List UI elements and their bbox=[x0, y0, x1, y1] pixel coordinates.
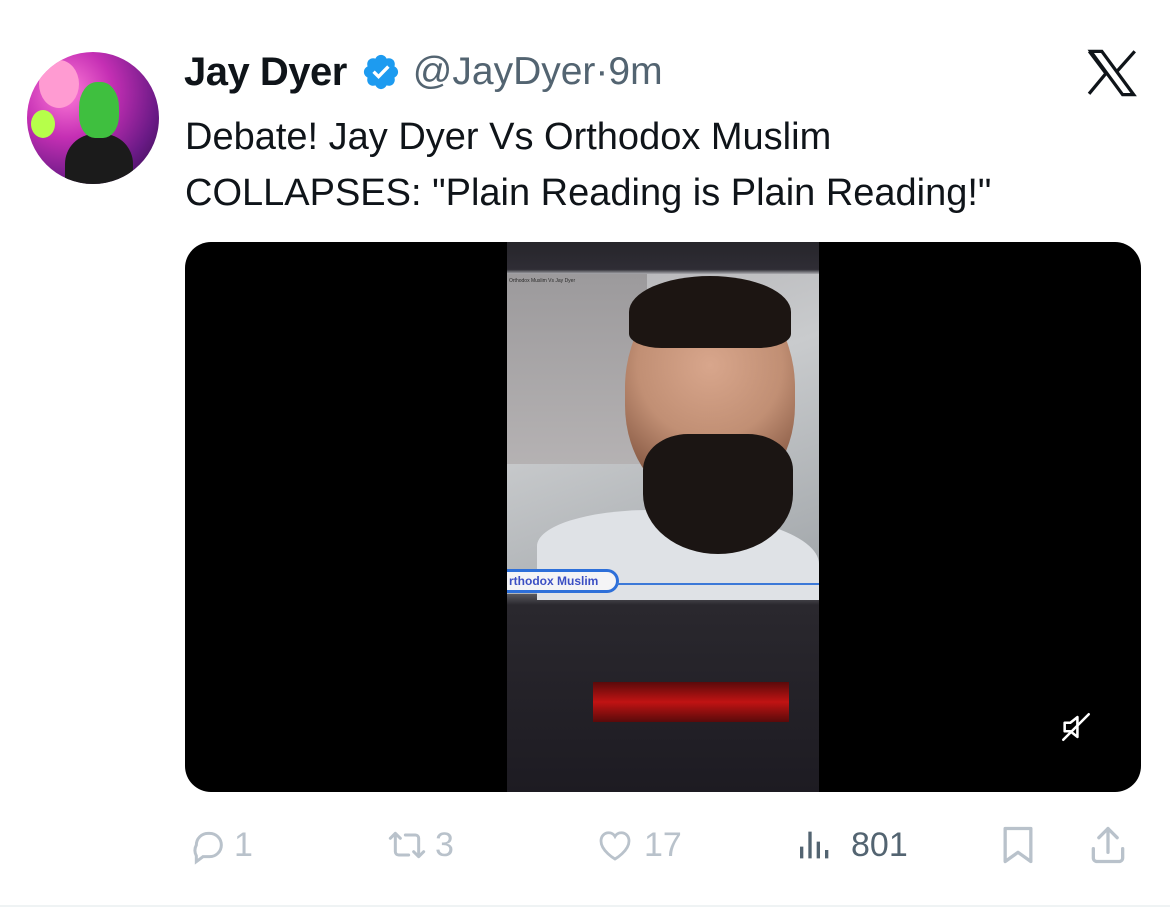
repost-button[interactable]: 3 bbox=[385, 820, 454, 870]
views-icon bbox=[795, 825, 835, 865]
reply-button[interactable]: 1 bbox=[188, 820, 253, 870]
like-count: 17 bbox=[644, 825, 682, 864]
verified-badge-icon bbox=[361, 52, 401, 92]
avatar-body bbox=[65, 134, 133, 184]
separator-dot: · bbox=[595, 50, 609, 93]
video-red-light bbox=[593, 682, 789, 722]
avatar-figure bbox=[39, 60, 79, 108]
avatar[interactable] bbox=[27, 52, 159, 184]
video-player[interactable]: Orthodox Muslim Vs Jay Dyer rthodox Musl… bbox=[185, 242, 1141, 792]
repost-icon bbox=[385, 825, 429, 865]
bookmark-icon bbox=[996, 823, 1040, 867]
x-logo-icon[interactable] bbox=[1086, 49, 1138, 97]
avatar-face bbox=[79, 82, 119, 138]
heart-icon bbox=[592, 824, 638, 866]
tweet-time[interactable]: 9m bbox=[608, 50, 662, 93]
share-icon bbox=[1086, 823, 1130, 867]
tweet-text: Debate! Jay Dyer Vs Orthodox Muslim COLL… bbox=[185, 109, 1145, 221]
video-caption: rthodox Muslim bbox=[507, 569, 619, 593]
author-name[interactable]: Jay Dyer bbox=[184, 50, 347, 95]
avatar-alien bbox=[31, 110, 55, 138]
tweet-header: Jay Dyer @JayDyer·9m bbox=[184, 48, 663, 96]
video-person-beard bbox=[643, 434, 793, 554]
bottom-divider bbox=[0, 905, 1170, 907]
views-count: 801 bbox=[851, 825, 908, 864]
tweet-text-line2: COLLAPSES: "Plain Reading is Plain Readi… bbox=[185, 172, 992, 214]
handle-text: @JayDyer bbox=[412, 50, 596, 93]
like-button[interactable]: 17 bbox=[592, 820, 682, 870]
action-bar: 1 3 17 801 bbox=[0, 820, 1170, 870]
bookmark-button[interactable] bbox=[996, 820, 1040, 870]
video-person-hair bbox=[629, 276, 791, 348]
author-handle[interactable]: @JayDyer·9m bbox=[413, 50, 663, 94]
mute-icon[interactable] bbox=[1059, 710, 1093, 744]
share-button[interactable] bbox=[1086, 820, 1130, 870]
reply-icon bbox=[188, 825, 228, 865]
video-caption-bar bbox=[617, 583, 819, 585]
tweet-text-line1: Debate! Jay Dyer Vs Orthodox Muslim bbox=[185, 116, 832, 158]
reply-count: 1 bbox=[234, 825, 253, 864]
video-frame: Orthodox Muslim Vs Jay Dyer rthodox Musl… bbox=[507, 242, 819, 792]
repost-count: 3 bbox=[435, 825, 454, 864]
video-tiny-title: Orthodox Muslim Vs Jay Dyer bbox=[509, 278, 576, 284]
views-button[interactable]: 801 bbox=[795, 820, 908, 870]
